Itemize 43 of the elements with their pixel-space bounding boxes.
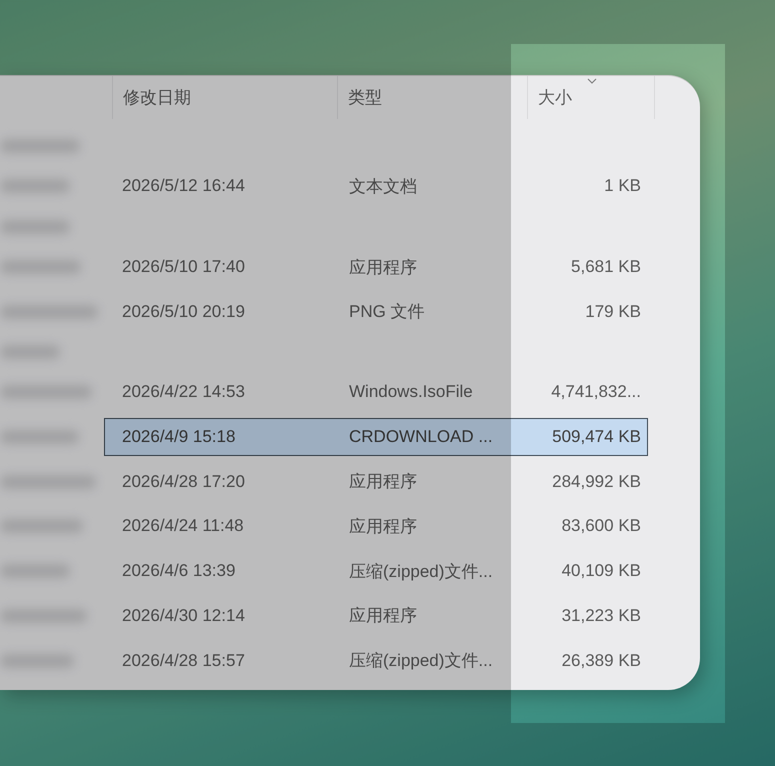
size-cell-text: 179 KB (584, 302, 642, 322)
type-cell-text: PNG 文件 (349, 301, 426, 324)
type-cell-text: Windows.IsoFile (349, 382, 474, 402)
size-cell-text: 26,389 KB (560, 650, 642, 671)
date-cell-text: 2026/4/22 14:53 (121, 382, 246, 402)
file-row[interactable]: 2026/5/10 17:40 应用程序 5,681 KB (104, 248, 648, 286)
size-cell-text: 284,992 KB (551, 472, 642, 492)
date-cell-text: 2026/4/6 13:39 (121, 561, 236, 582)
type-cell-text: 应用程序 (349, 516, 418, 538)
size-cell-text: 40,109 KB (560, 561, 642, 582)
column-header[interactable]: 修改日期 (112, 76, 337, 119)
date-cell-text: 2026/4/30 12:14 (121, 606, 246, 626)
date-cell-text: 2026/4/28 17:20 (121, 472, 246, 492)
size-cell-text: 1 KB (603, 176, 642, 196)
date-cell-text: 2026/4/28 15:57 (121, 650, 246, 671)
column-header[interactable]: 大小 (527, 76, 655, 119)
size-cell-text: 5,681 KB (570, 257, 642, 278)
size-cell-text: 83,600 KB (560, 516, 642, 536)
file-row[interactable]: 2026/4/22 14:53 Windows.IsoFile 4,741,832... (104, 373, 648, 412)
file-row[interactable]: 2026/4/28 17:20 应用程序 284,992 KB (104, 462, 648, 501)
date-cell-text: 2026/5/10 17:40 (121, 257, 246, 278)
type-cell-text: 压缩(zipped)文件... (349, 650, 494, 672)
type-cell-text: 应用程序 (349, 471, 418, 494)
file-row[interactable]: 2026/4/30 12:14 应用程序 31,223 KB (104, 596, 648, 635)
date-cell-text: 2026/4/24 11:48 (121, 516, 245, 536)
date-cell-text: 2026/4/9 15:18 (121, 427, 236, 448)
file-row[interactable]: 2026/4/9 15:18 CRDOWNLOAD ... 509,474 KB (104, 418, 648, 456)
date-cell-text: 2026/5/12 16:44 (121, 176, 246, 196)
type-cell-text: 文本文档 (349, 176, 418, 198)
file-row[interactable]: 2026/4/24 11:48 应用程序 83,600 KB (104, 507, 648, 546)
file-row[interactable]: 2026/4/28 15:57 压缩(zipped)文件... 26,389 KB (104, 642, 648, 680)
size-cell-text: 4,741,832... (550, 382, 642, 402)
type-cell-text: 压缩(zipped)文件... (349, 560, 494, 583)
file-row[interactable]: 2026/5/10 20:19 PNG 文件 179 KB (104, 292, 648, 331)
file-row[interactable]: 2026/5/12 16:44 文本文档 1 KB (104, 167, 648, 206)
type-cell-text: 应用程序 (349, 605, 418, 628)
type-cell-text: 应用程序 (349, 256, 418, 279)
type-cell-text: CRDOWNLOAD ... (349, 427, 494, 448)
column-header[interactable]: 类型 (337, 76, 527, 119)
size-cell-text: 31,223 KB (560, 606, 642, 626)
file-row[interactable]: 2026/4/6 13:39 压缩(zipped)文件... 40,109 KB (104, 552, 648, 590)
size-cell-text: 509,474 KB (551, 427, 642, 448)
date-cell-text: 2026/5/10 20:19 (121, 302, 246, 322)
